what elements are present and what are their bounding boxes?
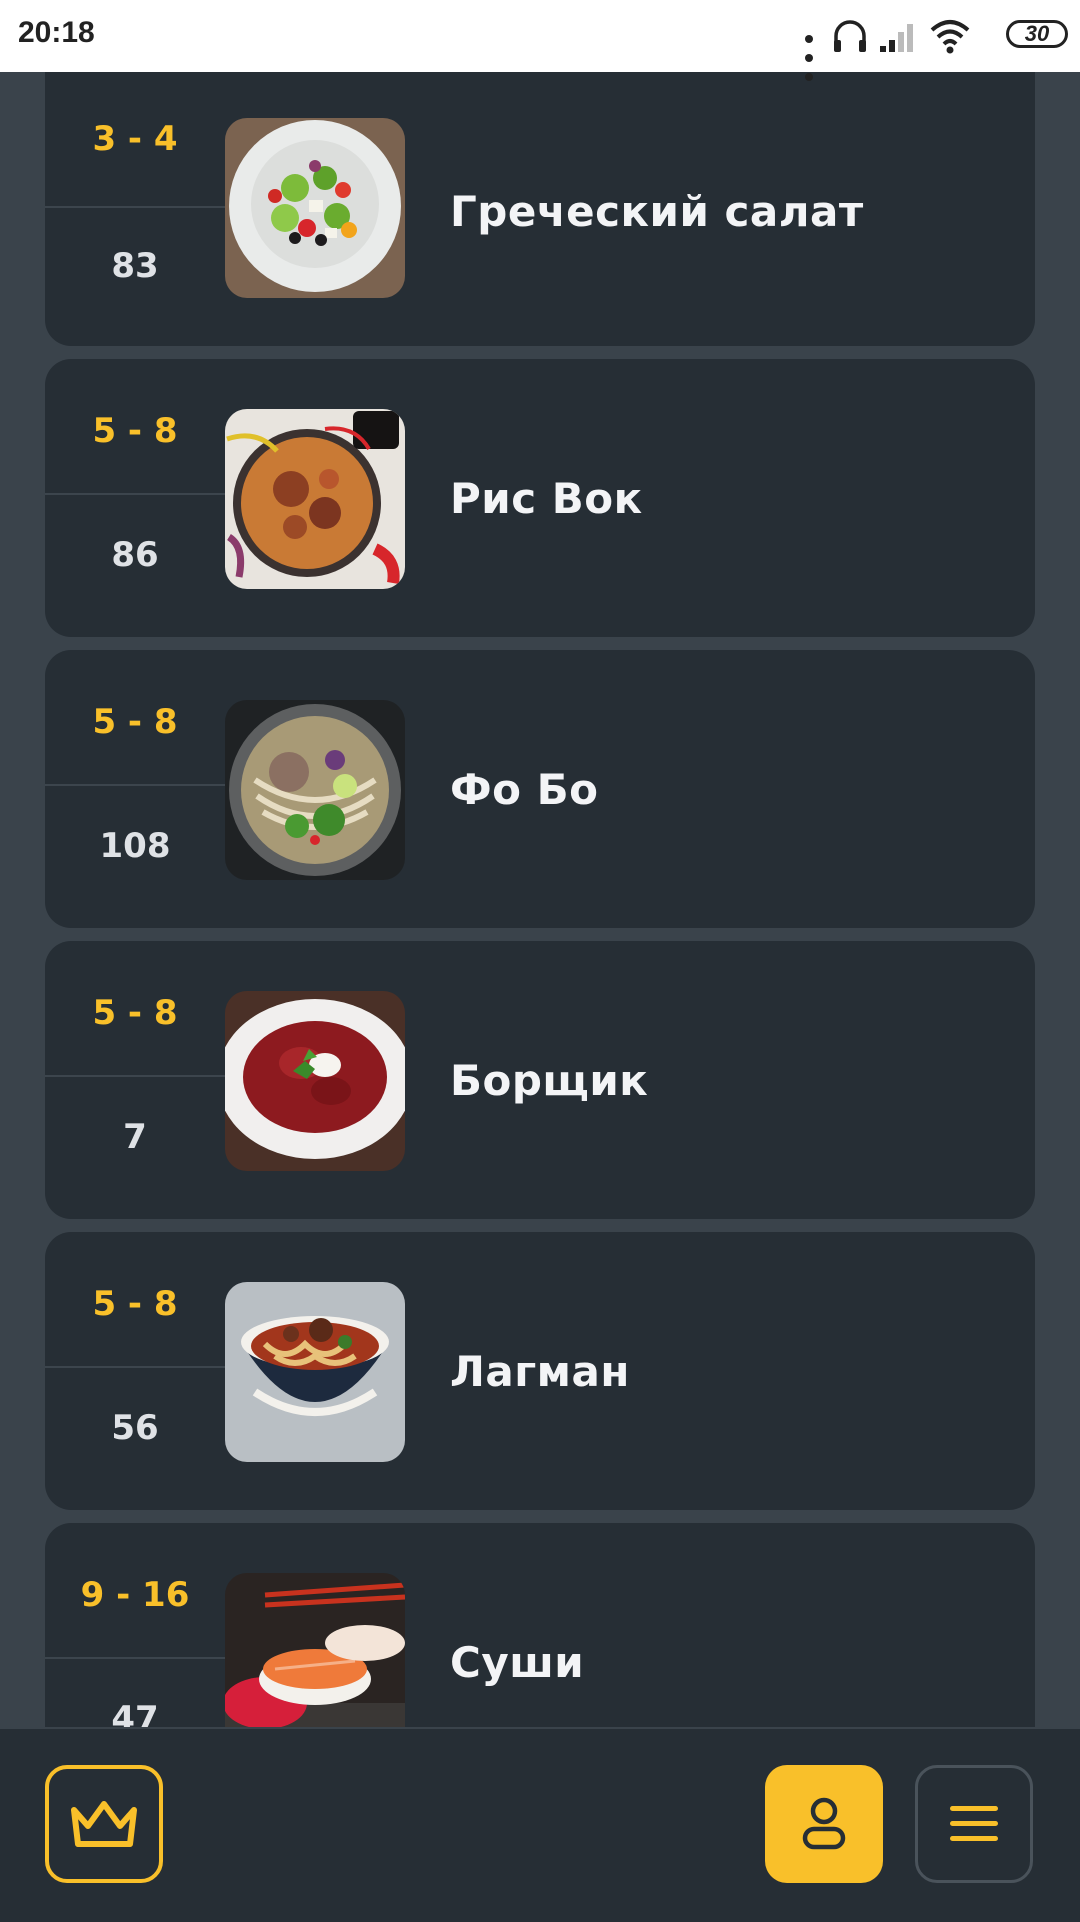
dish-card[interactable]: 9 - 16 47 Суши: [45, 1523, 1035, 1728]
bottom-nav: [0, 1727, 1080, 1922]
dish-stats: 5 - 8 108: [45, 650, 225, 928]
dish-stats: 9 - 16 47: [45, 1523, 225, 1728]
dish-count: 108: [99, 826, 171, 866]
dish-card[interactable]: 5 - 8 7 Борщик: [45, 941, 1035, 1219]
dish-name: Борщик: [450, 1055, 649, 1105]
menu-button[interactable]: [915, 1765, 1033, 1883]
dish-name: Суши: [450, 1637, 585, 1687]
dish-count: 56: [111, 1408, 159, 1448]
dish-image-borscht: [225, 991, 405, 1171]
dish-stats: 5 - 8 7: [45, 941, 225, 1219]
dish-image-pho-bo: [225, 700, 405, 880]
signal-icon: [880, 24, 913, 52]
battery-icon: 30: [1006, 20, 1068, 48]
dish-range: 3 - 4: [92, 119, 178, 159]
profile-button[interactable]: [765, 1765, 883, 1883]
dish-image-sushi: [225, 1573, 405, 1728]
crown-button[interactable]: [45, 1765, 163, 1883]
dish-stats: 5 - 8 56: [45, 1232, 225, 1510]
dish-stats: 5 - 8 86: [45, 359, 225, 637]
dish-image-lagman: [225, 1282, 405, 1462]
dish-image-rice-wok: [225, 409, 405, 589]
dish-card[interactable]: 5 - 8 108 Фо Бо: [45, 650, 1035, 928]
dish-list: 3 - 4 83 Греческий салат 5 - 8 86 Рис Во…: [0, 72, 1080, 1728]
headset-icon: [834, 20, 866, 52]
status-bar: 20:18 30: [0, 0, 1080, 81]
hamburger-icon: [950, 1806, 998, 1841]
dish-count: 86: [111, 535, 159, 575]
dish-count: 83: [111, 246, 159, 286]
dish-range: 5 - 8: [92, 1284, 178, 1324]
user-icon: [802, 1797, 846, 1850]
status-time: 20:18: [18, 16, 95, 49]
dish-card[interactable]: 5 - 8 56 Лагман: [45, 1232, 1035, 1510]
dish-name: Рис Вок: [450, 473, 643, 523]
dish-range: 5 - 8: [92, 993, 178, 1033]
dish-range: 9 - 16: [80, 1575, 190, 1615]
dish-name: Греческий салат: [450, 186, 864, 236]
dish-card[interactable]: 5 - 8 86 Рис Вок: [45, 359, 1035, 637]
crown-icon: [71, 1801, 137, 1847]
dish-range: 5 - 8: [92, 411, 178, 451]
dish-range: 5 - 8: [92, 702, 178, 742]
dish-name: Лагман: [450, 1346, 630, 1396]
wifi-icon: [930, 20, 970, 54]
dish-count: 47: [111, 1699, 159, 1728]
dish-stats: 3 - 4 83: [45, 72, 225, 350]
dish-card[interactable]: 3 - 4 83 Греческий салат: [45, 72, 1035, 346]
dish-count: 7: [123, 1117, 147, 1157]
dish-name: Фо Бо: [450, 764, 599, 814]
more-dots-icon: [805, 28, 818, 85]
dish-image-greek-salad: [225, 118, 405, 298]
